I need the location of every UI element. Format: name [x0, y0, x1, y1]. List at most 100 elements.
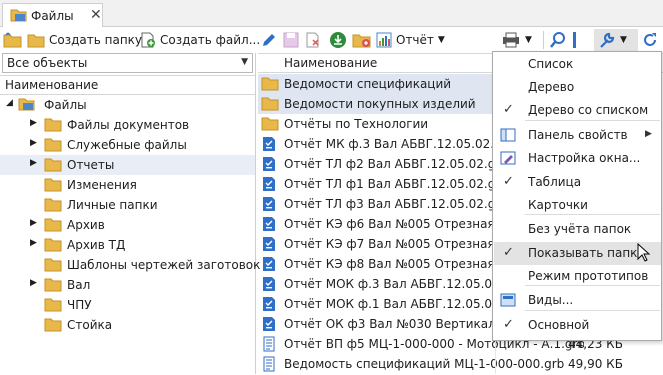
wrench-icon: [600, 32, 615, 48]
menu-item[interactable]: ✓ Дерево со списком: [494, 99, 661, 122]
submenu-arrow-icon: ▶: [645, 129, 652, 139]
tree-item[interactable]: ЧПУ: [0, 295, 255, 315]
list-item[interactable]: Отчёты по Технологии: [258, 114, 494, 134]
menu-item[interactable]: ✓ Основной: [494, 314, 661, 337]
edit-button[interactable]: [260, 29, 278, 51]
list-item[interactable]: Отчёт МОК ф.1 Вал АБВГ.12.05.02.grb: [258, 294, 524, 315]
folder-up-icon: [3, 32, 22, 48]
menu-item[interactable]: Дерево: [494, 76, 661, 99]
print-button[interactable]: ▼: [501, 29, 532, 51]
chevron-down-icon: ▼: [437, 35, 445, 45]
tree-item[interactable]: Личные папки: [0, 195, 255, 215]
delete-file-icon: [306, 32, 319, 48]
expand-arrow-icon[interactable]: ▶: [30, 118, 37, 128]
view-settings-button[interactable]: ▼: [594, 29, 638, 51]
download-icon: [330, 32, 346, 48]
delete-button[interactable]: [305, 29, 321, 51]
report-file-icon: [261, 296, 277, 315]
expand-arrow-icon[interactable]: ▶: [30, 218, 37, 228]
list-item[interactable]: Отчёт КЭ ф6 Вал №005 Отрезная.grb: [258, 214, 519, 234]
tab-files[interactable]: Файлы ✕: [2, 3, 103, 27]
list-item[interactable]: Ведомости спецификаций: [258, 74, 494, 94]
download-button[interactable]: [329, 29, 347, 51]
expand-arrow-icon[interactable]: ▶: [30, 158, 37, 168]
list-item[interactable]: Отчёт ТЛ ф2 Вал АБВГ.12.05.02.grb: [258, 154, 508, 174]
tree-column-header[interactable]: Наименование: [0, 75, 255, 95]
expand-arrow-icon[interactable]: ▶: [30, 278, 37, 288]
menu-item-label: Карточки: [528, 198, 588, 212]
list-item[interactable]: Ведомость спецификаций МЦ-1-000-000.grb 4…: [258, 354, 623, 374]
report-file-icon: [261, 196, 277, 215]
left-toolbar: Создать папку... Создать файл...: [0, 27, 260, 53]
list-item[interactable]: Отчёт МОК ф.3 Вал АБВГ.12.05.02.grb: [258, 274, 524, 294]
expand-arrow-icon[interactable]: ▶: [30, 238, 37, 248]
menu-item[interactable]: ✓ Таблица: [494, 171, 661, 194]
search-button[interactable]: [549, 29, 567, 51]
create-file-button[interactable]: Создать файл...: [140, 29, 260, 51]
menu-item-label: Основной: [528, 318, 590, 332]
create-folder-label: Создать папку...: [49, 33, 154, 47]
tab-bar: Файлы ✕: [0, 0, 663, 27]
expand-arrow-icon[interactable]: ▶: [30, 138, 37, 148]
tree-item[interactable]: ▶ Архив: [0, 215, 255, 235]
tree-item[interactable]: ▶ Архив ТД: [0, 235, 255, 255]
scroll-button[interactable]: [570, 29, 580, 51]
expanded-arrow-icon[interactable]: ◢: [6, 98, 13, 108]
folder-icon: [27, 34, 45, 47]
tree-item[interactable]: Изменения: [0, 175, 255, 195]
folder-icon: [261, 76, 279, 94]
folder-icon: [44, 297, 62, 315]
list-item[interactable]: Отчёт ТЛ ф1 Вал АБВГ.12.05.02.grb: [258, 174, 508, 195]
column-header-label: Наименование: [5, 78, 99, 92]
list-item[interactable]: Отчёт ОК ф3 Вал №030 Вертикально-ф: [258, 314, 533, 334]
menu-item[interactable]: Список: [494, 53, 661, 76]
menu-item[interactable]: Панель свойств ▶: [494, 124, 661, 147]
view-settings-menu: Список Дерево ✓ Дерево со списком Панель сво…: [492, 51, 662, 341]
tree-item[interactable]: Шаблоны чертежей заготовок: [0, 255, 260, 275]
check-icon: ✓: [503, 245, 514, 260]
menu-item[interactable]: Без учёта папок: [494, 218, 661, 241]
save-button[interactable]: [283, 29, 299, 51]
folder-up-button[interactable]: [3, 29, 23, 51]
tree-item[interactable]: Стойка: [0, 315, 255, 335]
tree-item[interactable]: ▶ Служебные файлы: [0, 135, 255, 155]
chevron-down-icon: ▼: [620, 35, 627, 45]
menu-item[interactable]: Виды...: [494, 289, 661, 312]
menu-item-label: Без учёта папок: [528, 222, 632, 236]
right-toolbar: Отчёт ▼ ▼ ▼: [258, 27, 663, 53]
folder-new-button[interactable]: [352, 29, 372, 51]
tree-item-label: Изменения: [67, 178, 137, 192]
tree-item[interactable]: ▶ Вал: [0, 275, 255, 295]
vertical-bar-icon: [573, 32, 576, 48]
check-icon: ✓: [503, 317, 514, 332]
list-item[interactable]: Отчёт ВП ф5 МЦ-1-000-000 - Мотоцикл - А.…: [258, 334, 623, 354]
folder-icon: [44, 257, 62, 275]
menu-item-label: Дерево: [528, 80, 575, 94]
menu-item[interactable]: Настройка окна...: [494, 147, 661, 170]
list-item[interactable]: Отчёт КЭ ф8 Вал №005 Отрезная.grb: [258, 254, 519, 274]
tree-item[interactable]: ▶ Файлы документов: [0, 115, 255, 135]
close-icon[interactable]: ✕: [90, 7, 102, 23]
tree-root-files[interactable]: ◢ Файлы: [0, 95, 255, 115]
save-icon: [283, 32, 299, 48]
tab-label: Файлы: [31, 9, 74, 23]
list-item[interactable]: Отчёт МК ф.3 Вал АБВГ.12.05.02.grb: [258, 134, 514, 155]
mouse-cursor-icon: [637, 242, 651, 266]
menu-separator: [525, 310, 660, 311]
report-button[interactable]: Отчёт ▼: [376, 29, 445, 51]
filter-select[interactable]: Все объекты ▼: [2, 53, 253, 73]
folder-icon: [44, 317, 62, 335]
menu-item-label: Панель свойств: [528, 128, 628, 142]
report-file-icon: [261, 176, 277, 195]
files-icon: [18, 97, 36, 115]
menu-item[interactable]: ✓ Показывать папки: [494, 242, 661, 265]
list-item[interactable]: Ведомости покупных изделий: [258, 94, 494, 114]
list-item[interactable]: Отчёт ТЛ ф3 Вал АБВГ.12.05.02.grb: [258, 194, 508, 215]
report-file-icon: [261, 136, 277, 155]
folder-icon: [44, 277, 62, 295]
list-item[interactable]: Отчёт КЭ ф7 Вал №005 Отрезная.grb: [258, 234, 519, 254]
refresh-button[interactable]: [641, 29, 659, 51]
create-folder-button[interactable]: Создать папку...: [27, 29, 153, 51]
tree-item[interactable]: ▶ Отчеты: [0, 155, 255, 175]
folder-icon: [44, 157, 62, 175]
